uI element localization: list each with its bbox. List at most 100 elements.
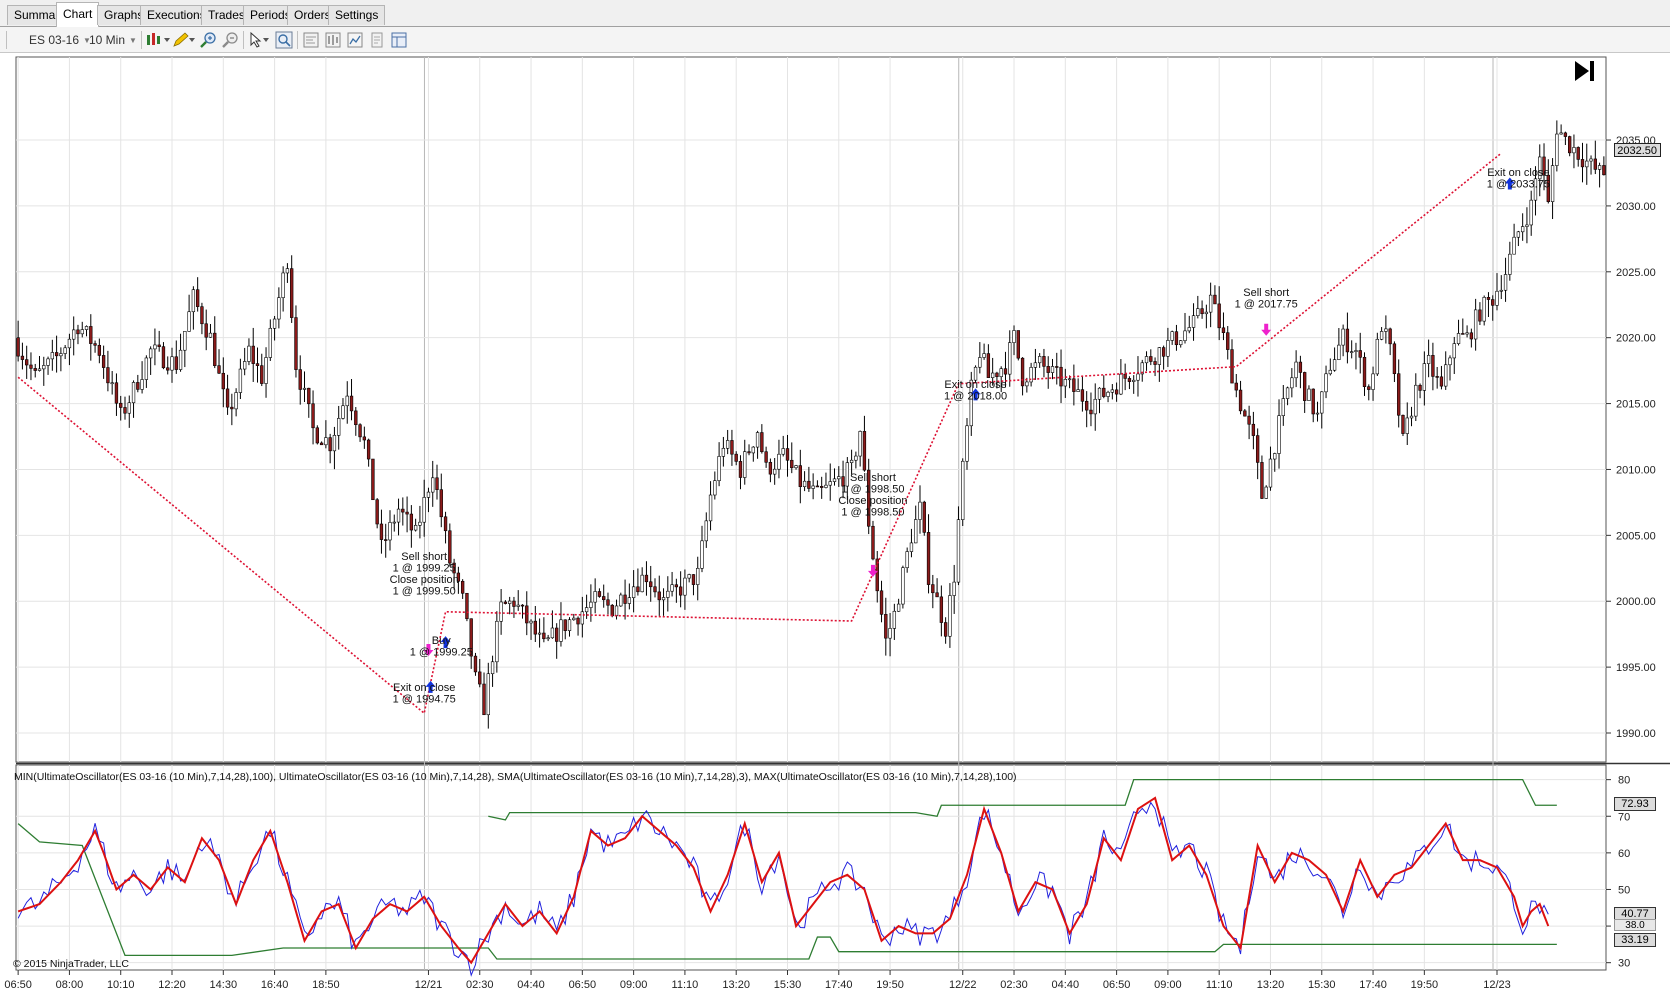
pencil-icon bbox=[173, 32, 195, 47]
candle-body bbox=[914, 519, 918, 544]
candle-body bbox=[879, 590, 884, 615]
candle-body bbox=[584, 607, 589, 613]
candle-body bbox=[627, 597, 632, 604]
candle-body bbox=[1435, 376, 1439, 378]
x-tick-label: 15:30 bbox=[774, 979, 802, 991]
properties-button[interactable] bbox=[302, 30, 320, 50]
candle-body bbox=[25, 359, 29, 366]
candle-body bbox=[379, 523, 384, 540]
candle-body bbox=[174, 356, 178, 370]
price-y-tick-label: 2025.00 bbox=[1616, 267, 1656, 279]
candle-body bbox=[1405, 417, 1409, 434]
candle-body bbox=[721, 447, 726, 457]
zoom-in-button[interactable] bbox=[199, 30, 217, 50]
panels-button[interactable] bbox=[390, 30, 408, 50]
candle-body bbox=[277, 297, 281, 320]
copy-button[interactable] bbox=[368, 30, 386, 50]
candle-body bbox=[606, 599, 610, 606]
candle-body bbox=[1495, 290, 1499, 306]
candle-body bbox=[1208, 294, 1213, 313]
candle-body bbox=[1478, 309, 1482, 322]
end-bar bbox=[1590, 61, 1594, 81]
candle-body bbox=[1298, 361, 1303, 373]
indicator-title: MIN(UltimateOscillator(ES 03-16 (10 Min)… bbox=[14, 771, 1017, 783]
candle-body bbox=[1255, 435, 1260, 463]
find-button[interactable] bbox=[275, 30, 293, 50]
candle bbox=[922, 500, 926, 536]
candle-body bbox=[1183, 330, 1187, 341]
tab-chart[interactable]: Chart bbox=[56, 2, 100, 27]
drawing-tools-button[interactable] bbox=[172, 30, 196, 50]
candle-body bbox=[1473, 309, 1478, 340]
candle-body bbox=[225, 388, 230, 408]
candle-body bbox=[1144, 356, 1149, 364]
candle-body bbox=[1388, 328, 1392, 345]
pointer-icon bbox=[250, 31, 269, 48]
candle-body bbox=[516, 604, 520, 607]
candle-body bbox=[358, 424, 362, 438]
candle-body bbox=[824, 484, 828, 488]
candle-body bbox=[1431, 355, 1435, 377]
candle-body bbox=[170, 356, 174, 371]
candle-body bbox=[307, 387, 311, 405]
candle-body bbox=[931, 584, 935, 594]
candle-body bbox=[610, 604, 614, 617]
trade-label-text: Exit on close bbox=[1487, 167, 1549, 179]
candle-body bbox=[747, 451, 751, 454]
candle-body bbox=[1324, 373, 1328, 393]
bar-type-button[interactable] bbox=[145, 30, 171, 50]
x-tick-label: 13:20 bbox=[722, 979, 750, 991]
candle-body bbox=[29, 364, 33, 369]
candle-body bbox=[1414, 384, 1418, 417]
candle-body bbox=[418, 521, 422, 526]
candle-body bbox=[764, 451, 768, 463]
candle-body bbox=[1136, 373, 1140, 381]
candle-body bbox=[302, 387, 307, 390]
candle-body bbox=[285, 268, 290, 274]
chart-style-button[interactable] bbox=[346, 30, 364, 50]
tab-bar: Summary Chart Graphs Executions Trades P… bbox=[0, 0, 1670, 27]
candle-body bbox=[1461, 333, 1465, 335]
candle-body bbox=[935, 592, 939, 598]
candle-body bbox=[815, 485, 820, 488]
candle-body bbox=[1345, 328, 1350, 353]
candle-body bbox=[832, 478, 837, 482]
candle-body bbox=[589, 601, 593, 608]
candle-body bbox=[755, 432, 760, 448]
candle-body bbox=[961, 460, 965, 520]
candle-body bbox=[260, 365, 264, 384]
candle bbox=[901, 565, 905, 609]
x-tick-label: 02:30 bbox=[466, 979, 494, 991]
candle-body bbox=[1525, 224, 1529, 227]
candle-body bbox=[50, 352, 54, 360]
tab-settings[interactable]: Settings bbox=[328, 5, 386, 25]
candle-body bbox=[1290, 377, 1294, 389]
candle-body bbox=[354, 410, 358, 426]
candle bbox=[1016, 330, 1020, 361]
candle-body bbox=[131, 382, 136, 404]
zoom-out-button[interactable] bbox=[221, 30, 239, 50]
candle-body bbox=[1371, 373, 1375, 390]
pointer-button[interactable] bbox=[248, 30, 272, 50]
candle-body bbox=[247, 345, 251, 362]
candle-body bbox=[187, 311, 191, 332]
candle-body bbox=[999, 368, 1003, 378]
candle-body bbox=[1580, 159, 1585, 168]
interval-selector[interactable]: 10 Min ▼ bbox=[89, 30, 137, 50]
x-tick-label: 18:50 bbox=[312, 979, 340, 991]
candle-body bbox=[1268, 458, 1273, 488]
chart-area[interactable]: 06:50 08:00 10:10 12:20 14:30 16:40 18:50 12/21… bbox=[0, 53, 1670, 1002]
candle-body bbox=[644, 574, 649, 583]
candle-body bbox=[559, 619, 563, 642]
candle-body bbox=[918, 501, 922, 520]
candle-body bbox=[1038, 356, 1042, 364]
x-tick-label: 14:30 bbox=[210, 979, 238, 991]
x-tick-label: 06:50 bbox=[4, 979, 32, 991]
candle-body bbox=[683, 577, 687, 596]
data-box-button[interactable] bbox=[324, 30, 342, 50]
candle-body bbox=[101, 355, 106, 368]
current-price-value: 2032.50 bbox=[1617, 145, 1657, 157]
sma-value: 38.0 bbox=[1625, 920, 1645, 931]
candle-body bbox=[1568, 136, 1572, 154]
instrument-selector[interactable]: ES 03-16 ▼ bbox=[29, 30, 91, 50]
